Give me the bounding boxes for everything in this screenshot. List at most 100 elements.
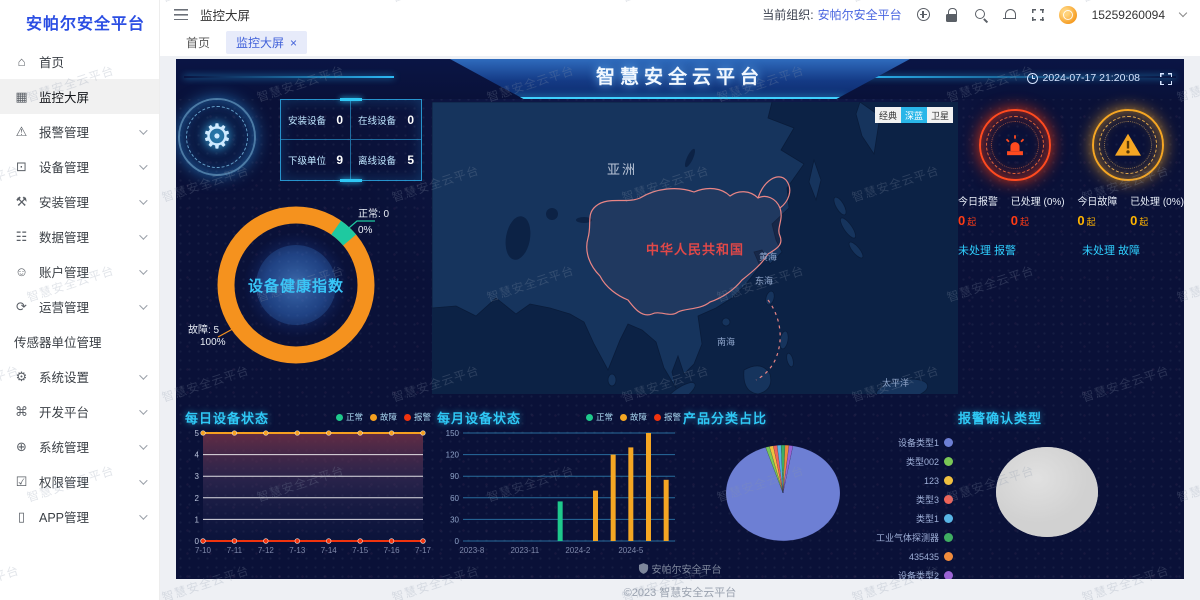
svg-text:60: 60 [450, 494, 459, 503]
svg-text:1: 1 [195, 515, 200, 524]
legend-item[interactable]: 123 [876, 471, 953, 490]
svg-text:150: 150 [446, 429, 460, 438]
tab-label: 监控大屏 [236, 34, 284, 51]
legend-dot [370, 414, 377, 421]
sidebar-item-home[interactable]: ⌂首页 [0, 44, 159, 79]
tab-home[interactable]: 首页 [176, 31, 220, 54]
legend-normal[interactable]: 正常 [586, 411, 613, 423]
legend-fault[interactable]: 故障 [620, 411, 647, 423]
legend-item[interactable]: 设备类型1 [876, 433, 953, 452]
org-label: 当前组织: [762, 8, 813, 22]
account-icon: ☺ [14, 264, 29, 279]
database-icon: ☷ [14, 229, 29, 245]
chevron-down-icon [139, 126, 147, 134]
search-icon[interactable] [974, 8, 988, 22]
map-label-continent: 亚洲 [607, 162, 637, 177]
org-value[interactable]: 安帕尔安全平台 [818, 8, 902, 22]
legend-item[interactable]: 类型1 [876, 509, 953, 528]
legend-fault[interactable]: 故障 [370, 411, 397, 423]
monthly-status-panel: 每月设备状态 正常 故障 报警 03060901201502023-82023-… [437, 407, 681, 565]
sidebar-item-operations-mgmt[interactable]: ⟳运营管理 [0, 289, 159, 324]
alarm-confirm-type-panel: 报警确认类型 [958, 407, 1184, 565]
unhandled-fault-link[interactable]: 未处理 故障 [1082, 242, 1140, 258]
fullscreen-icon[interactable] [1032, 9, 1044, 21]
chevron-down-icon [139, 196, 147, 204]
sidebar-item-label: 设备管理 [39, 157, 89, 176]
metric-unit: 起 [967, 217, 976, 227]
map-label-east-sea: 东海 [755, 275, 773, 286]
system-icon: ⊕ [14, 439, 29, 455]
daily-line-chart: 0123457-107-117-127-137-147-157-167-17 [185, 427, 431, 564]
legend-item[interactable]: 类型3 [876, 490, 953, 509]
emblems-row [958, 99, 1184, 181]
sidebar-item-label: 传感器单位管理 [14, 332, 102, 351]
legend-dot [944, 533, 953, 542]
tab-monitor-screen[interactable]: 监控大屏 × [226, 31, 307, 54]
sidebar-item-install-mgmt[interactable]: ⚒安装管理 [0, 184, 159, 219]
map-mode-classic[interactable]: 经典 [875, 107, 901, 123]
svg-text:7-16: 7-16 [384, 546, 401, 555]
sidebar-item-monitor-screen[interactable]: ▦监控大屏 [0, 79, 159, 114]
asia-map[interactable]: 亚洲 中华人民共和国 黄海 东海 南海 太平洋 经典 深蓝 卫星 [432, 102, 958, 394]
legend-item[interactable]: 类型002 [876, 452, 953, 471]
target-icon[interactable] [917, 8, 930, 21]
device-icon: ⊡ [14, 159, 29, 175]
tab-bar: 首页 监控大屏 × [160, 29, 1200, 56]
sidebar-item-permission-mgmt[interactable]: ☑权限管理 [0, 464, 159, 499]
main-area: 监控大屏 当前组织: 安帕尔安全平台 15259260094 首页 监控大屏 × [160, 0, 1200, 600]
sidebar-item-system-settings[interactable]: ⚙系统设置 [0, 359, 159, 394]
dashboard-fullscreen-icon[interactable] [1160, 73, 1172, 85]
legend-alarm[interactable]: 报警 [404, 411, 431, 423]
app-logo: 安帕尔安全平台 [0, 0, 159, 40]
monitor-icon: ▦ [14, 89, 29, 105]
svg-text:正常: 0: 正常: 0 [358, 207, 390, 220]
map-label-yellow-sea: 黄海 [759, 251, 777, 262]
sidebar-item-sensor-unit-mgmt[interactable]: 传感器单位管理 [0, 324, 159, 359]
stat-online-devices: 在线设备0 [351, 100, 421, 140]
chevron-down-icon[interactable] [1179, 9, 1187, 17]
dev-platform-icon: ⌘ [14, 404, 29, 420]
legend-dot [944, 495, 953, 504]
user-phone[interactable]: 15259260094 [1092, 8, 1165, 22]
collapse-menu-icon[interactable] [174, 9, 188, 20]
gear-core-icon: ⚙ [202, 117, 232, 157]
sidebar-item-alarm-mgmt[interactable]: ⚠报警管理 [0, 114, 159, 149]
breadcrumb: 监控大屏 [200, 5, 250, 24]
sidebar-item-account-mgmt[interactable]: ☺账户管理 [0, 254, 159, 289]
svg-text:90: 90 [450, 472, 459, 481]
unhandled-alarm-link[interactable]: 未处理 报警 [958, 242, 1082, 258]
map-label-south-sea: 南海 [717, 336, 735, 347]
avatar[interactable] [1059, 6, 1077, 24]
timestamp-text: 2024-07-17 21:20:08 [1043, 72, 1141, 84]
bell-icon[interactable] [1003, 8, 1017, 22]
stat-value: 9 [336, 153, 343, 167]
dashboard-header: 智慧安全云平台 2024-07-17 21:20:08 [176, 59, 1184, 99]
stat-label: 离线设备 [358, 153, 396, 167]
metric-label: 已处理 (0%) [1130, 193, 1184, 208]
sidebar-item-dev-platform[interactable]: ⌘开发平台 [0, 394, 159, 429]
sidebar-item-system-mgmt[interactable]: ⊕系统管理 [0, 429, 159, 464]
metric-unit: 起 [1139, 217, 1148, 227]
sidebar-item-app-mgmt[interactable]: ▯APP管理 [0, 499, 159, 534]
chevron-down-icon [139, 266, 147, 274]
stat-installed-devices: 安装设备0 [281, 100, 351, 140]
sidebar-item-label: 数据管理 [39, 227, 89, 246]
sidebar-item-data-mgmt[interactable]: ☷ 数据管理 [0, 219, 159, 254]
home-icon: ⌂ [14, 54, 29, 69]
legend-dot [404, 414, 411, 421]
svg-text:2023-8: 2023-8 [459, 546, 484, 555]
current-org: 当前组织: 安帕尔安全平台 [762, 6, 901, 23]
alarm-confirm-pie-chart [958, 427, 1184, 568]
lock-icon[interactable] [945, 8, 959, 22]
legend-alarm[interactable]: 报警 [654, 411, 681, 423]
map-mode-switch: 经典 深蓝 卫星 [875, 107, 953, 123]
svg-text:2024-5: 2024-5 [618, 546, 643, 555]
sidebar-item-device-mgmt[interactable]: ⊡ 设备管理 [0, 149, 159, 184]
close-icon[interactable]: × [290, 37, 297, 49]
map-mode-satellite[interactable]: 卫星 [927, 107, 953, 123]
svg-text:2024-2: 2024-2 [565, 546, 590, 555]
legend-item[interactable]: 工业气体探测器 [876, 528, 953, 547]
sidebar: 安帕尔安全平台 ⌂首页 ▦监控大屏 ⚠报警管理 ⊡ 设备管理 ⚒安装管理 ☷ 数据管… [0, 0, 160, 600]
map-mode-deepblue[interactable]: 深蓝 [901, 107, 927, 123]
legend-normal[interactable]: 正常 [336, 411, 363, 423]
